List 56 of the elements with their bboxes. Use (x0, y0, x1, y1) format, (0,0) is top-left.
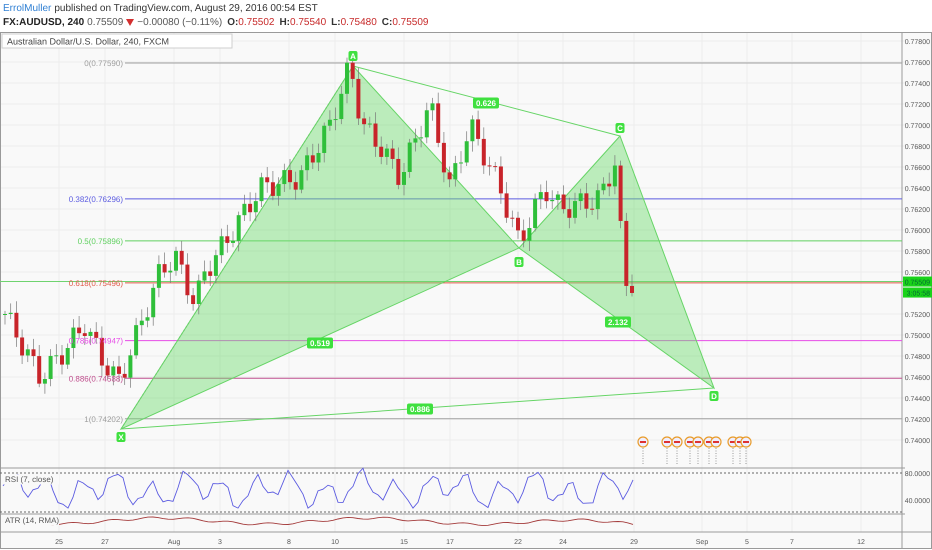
candle (488, 156, 492, 176)
author-link[interactable]: ErrolMuller (3, 2, 52, 14)
event-marker-icon[interactable] (740, 436, 752, 464)
candle (602, 176, 606, 195)
event-marker-icon[interactable] (671, 436, 683, 464)
ohlc-label: H: (279, 16, 290, 28)
candle (202, 260, 206, 284)
candle (60, 344, 64, 375)
ohlc-label: C: (382, 16, 392, 28)
ohlc-label: L: (331, 16, 341, 28)
event-marker-icon[interactable] (637, 436, 649, 464)
event-marker-icon[interactable] (661, 436, 673, 464)
pattern-ratio-label: 0.626 (473, 98, 499, 108)
candle (374, 112, 378, 158)
symbol-label: FX:AUDUSD, 240 (3, 16, 84, 28)
candle (32, 338, 36, 367)
ohlc-value: 0.75540 (290, 16, 326, 28)
candle (288, 158, 292, 190)
fib-level-label: 0.5(0.75896) (78, 236, 123, 246)
chart-title-box: Australian Dollar/U.S. Dollar, 240, FXCM (2, 34, 232, 48)
candle (260, 172, 264, 208)
fib-level-label: 0(0.77590) (84, 59, 123, 68)
candle (345, 57, 349, 104)
ohlc-value: 0.75509 (392, 16, 428, 28)
rsi-label: RSI (7, close) (3, 474, 59, 484)
price-change: −0.00080 (−0.11%) (137, 16, 222, 28)
pattern-point-label: D (710, 391, 718, 401)
pattern-point-label: C (616, 123, 624, 133)
candle (573, 192, 577, 224)
event-marker-icon[interactable] (692, 436, 704, 464)
candle (544, 180, 548, 209)
candle (402, 162, 406, 196)
pattern-point-label: X (116, 432, 126, 442)
candle (516, 211, 520, 240)
atr-label: ATR (14, RMA) (3, 516, 60, 526)
fib-level-label: 1(0.74202) (84, 414, 123, 424)
candle (3, 310, 7, 325)
candle (430, 97, 434, 122)
pattern-ratio-label: 2.132 (605, 316, 631, 328)
candle (231, 230, 235, 248)
pattern-ratio-label: 0.519 (307, 338, 333, 348)
pattern-point-label: B (514, 257, 524, 267)
ohlc-value: 0.75480 (340, 16, 377, 28)
ohlc-label: O: (227, 16, 238, 28)
fib-level-label: 0.382(0.76296) (68, 194, 123, 204)
candle (630, 274, 634, 297)
pattern-point-label: A (348, 51, 358, 61)
candle (174, 246, 178, 276)
candle (316, 143, 320, 172)
candle (459, 150, 463, 174)
event-marker-icon[interactable] (710, 436, 722, 464)
published-text: published on TradingView.com, August 29, 2016 00:54 EST (54, 2, 318, 14)
ohlc-value: 0.75502 (238, 16, 274, 28)
last-price: 0.75509 (87, 16, 124, 28)
pattern-ratio-label: 0.886 (407, 404, 433, 414)
candle (146, 306, 150, 328)
